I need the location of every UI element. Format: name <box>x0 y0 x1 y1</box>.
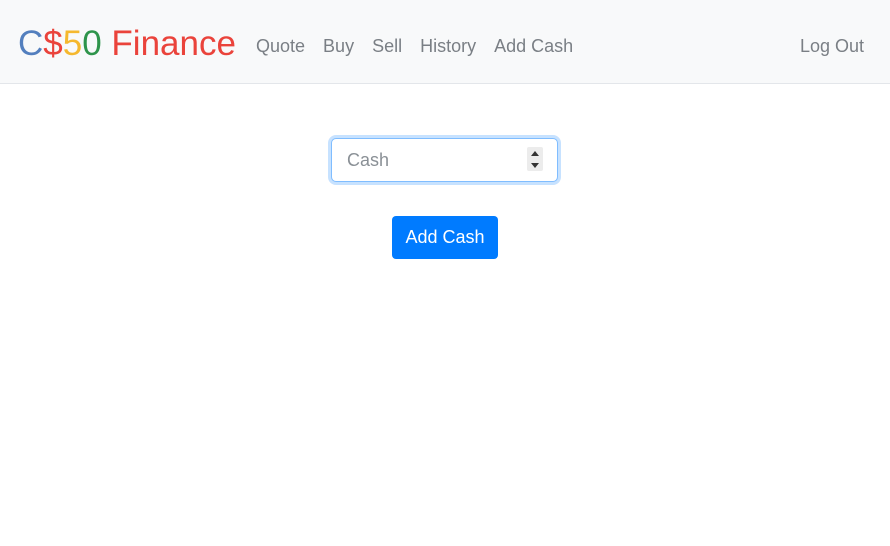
add-cash-button[interactable]: Add Cash <box>392 216 498 259</box>
nav-right: Log Out <box>800 34 864 58</box>
spinner-down-icon[interactable] <box>531 162 539 168</box>
brand-digit-0: 0 <box>82 24 102 63</box>
brand-word-finance: Finance <box>101 24 236 63</box>
nav-link-sell[interactable]: Sell <box>372 34 402 58</box>
nav-link-add-cash[interactable]: Add Cash <box>494 34 573 58</box>
cash-input[interactable] <box>332 139 522 181</box>
nav-link-quote[interactable]: Quote <box>256 34 305 58</box>
nav-link-history[interactable]: History <box>420 34 476 58</box>
navbar: C$50 Finance Quote Buy Sell History Add … <box>0 0 890 84</box>
number-spinner <box>527 147 543 171</box>
cash-field-wrapper <box>331 138 558 182</box>
nav-links: Quote Buy Sell History Add Cash <box>256 34 573 58</box>
nav-link-buy[interactable]: Buy <box>323 34 354 58</box>
brand-digit-5: 5 <box>62 24 83 63</box>
brand-logo-link[interactable]: C$50 Finance <box>18 22 236 66</box>
brand-dollar-sign: $ <box>43 24 63 63</box>
brand-letter-c: C <box>18 24 44 63</box>
spinner-up-icon[interactable] <box>531 150 539 156</box>
nav-link-log-out[interactable]: Log Out <box>800 36 864 56</box>
